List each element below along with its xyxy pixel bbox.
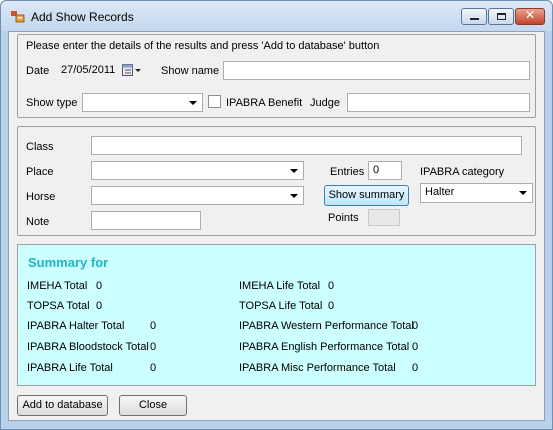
horse-label: Horse bbox=[26, 191, 56, 203]
summary-left-label: TOPSA Total bbox=[27, 300, 90, 312]
summary-right-value: 0 bbox=[412, 362, 419, 374]
chevron-down-icon bbox=[290, 169, 298, 173]
summary-title: Summary for bbox=[28, 255, 109, 270]
close-window-button[interactable]: ✕ bbox=[515, 8, 545, 25]
ipabra-category-dropdown[interactable]: Halter bbox=[420, 183, 533, 203]
show-type-dropdown[interactable] bbox=[82, 93, 203, 112]
entries-label: Entries bbox=[330, 166, 365, 178]
ipabra-benefit-label: IPABRA Benefit bbox=[226, 97, 303, 109]
place-dropdown[interactable] bbox=[91, 161, 304, 180]
maximize-button[interactable] bbox=[488, 8, 514, 25]
chevron-down-icon bbox=[290, 194, 298, 198]
app-icon bbox=[11, 11, 25, 23]
summary-left-value: 0 bbox=[150, 341, 157, 353]
summary-right-label: IMEHA Life Total bbox=[239, 280, 321, 292]
entries-input[interactable]: 0 bbox=[368, 161, 402, 180]
minimize-button[interactable] bbox=[461, 8, 487, 25]
date-label: Date bbox=[26, 65, 50, 77]
summary-left-label: IPABRA Halter Total bbox=[27, 320, 125, 332]
app-window: Add Show Records ✕ Please enter the deta… bbox=[0, 0, 553, 430]
minimize-icon bbox=[470, 18, 479, 20]
summary-left-value: 0 bbox=[150, 320, 157, 332]
summary-right-value: 0 bbox=[328, 280, 335, 292]
note-input[interactable] bbox=[91, 211, 201, 230]
chevron-down-icon bbox=[519, 191, 527, 195]
ipabra-category-value: Halter bbox=[425, 186, 455, 198]
summary-panel: Summary for IMEHA Total 0 TOPSA Total 0 … bbox=[17, 244, 536, 386]
show-details-group: Please enter the details of the results … bbox=[17, 34, 536, 118]
summary-right-label: IPABRA Misc Performance Total bbox=[239, 362, 396, 374]
summary-right-value: 0 bbox=[412, 341, 419, 353]
add-to-database-button[interactable]: Add to database bbox=[17, 395, 108, 416]
instructions-text: Please enter the details of the results … bbox=[26, 40, 380, 52]
summary-left-value: 0 bbox=[96, 300, 103, 312]
ipabra-benefit-checkbox[interactable] bbox=[208, 95, 221, 108]
calendar-icon[interactable] bbox=[122, 64, 142, 77]
summary-left-value: 0 bbox=[150, 362, 157, 374]
show-name-label: Show name bbox=[161, 65, 220, 77]
note-label: Note bbox=[26, 216, 50, 228]
points-label: Points bbox=[328, 212, 359, 224]
summary-right-label: TOPSA Life Total bbox=[239, 300, 323, 312]
judge-label: Judge bbox=[310, 97, 340, 109]
horse-dropdown[interactable] bbox=[91, 186, 304, 205]
chevron-down-icon bbox=[189, 101, 197, 105]
summary-left-value: 0 bbox=[96, 280, 103, 292]
show-summary-button[interactable]: Show summary bbox=[324, 185, 409, 206]
title-bar: Add Show Records ✕ bbox=[1, 1, 552, 31]
show-type-label: Show type bbox=[26, 97, 78, 109]
maximize-icon bbox=[497, 13, 506, 20]
summary-left-label: IMEHA Total bbox=[27, 280, 88, 292]
class-input[interactable] bbox=[91, 136, 522, 155]
points-field bbox=[368, 209, 400, 226]
ipabra-category-label: IPABRA category bbox=[420, 166, 505, 178]
date-value: 27/05/2011 bbox=[61, 64, 116, 76]
summary-right-label: IPABRA Western Performance Total bbox=[239, 320, 414, 332]
summary-right-value: 0 bbox=[328, 300, 335, 312]
summary-right-label: IPABRA English Performance Total bbox=[239, 341, 410, 353]
judge-input[interactable] bbox=[347, 93, 530, 112]
close-button[interactable]: Close bbox=[119, 395, 187, 416]
summary-right-value: 0 bbox=[412, 320, 419, 332]
summary-left-label: IPABRA Life Total bbox=[27, 362, 113, 374]
form-client-area: Please enter the details of the results … bbox=[8, 31, 545, 421]
result-details-group: Class Place Entries 0 IPABRA category Ho… bbox=[17, 126, 536, 236]
window-title: Add Show Records bbox=[31, 10, 134, 24]
show-name-input[interactable] bbox=[223, 61, 530, 80]
close-icon: ✕ bbox=[525, 8, 536, 22]
class-label: Class bbox=[26, 141, 54, 153]
summary-left-label: IPABRA Bloodstock Total bbox=[27, 341, 149, 353]
place-label: Place bbox=[26, 166, 54, 178]
